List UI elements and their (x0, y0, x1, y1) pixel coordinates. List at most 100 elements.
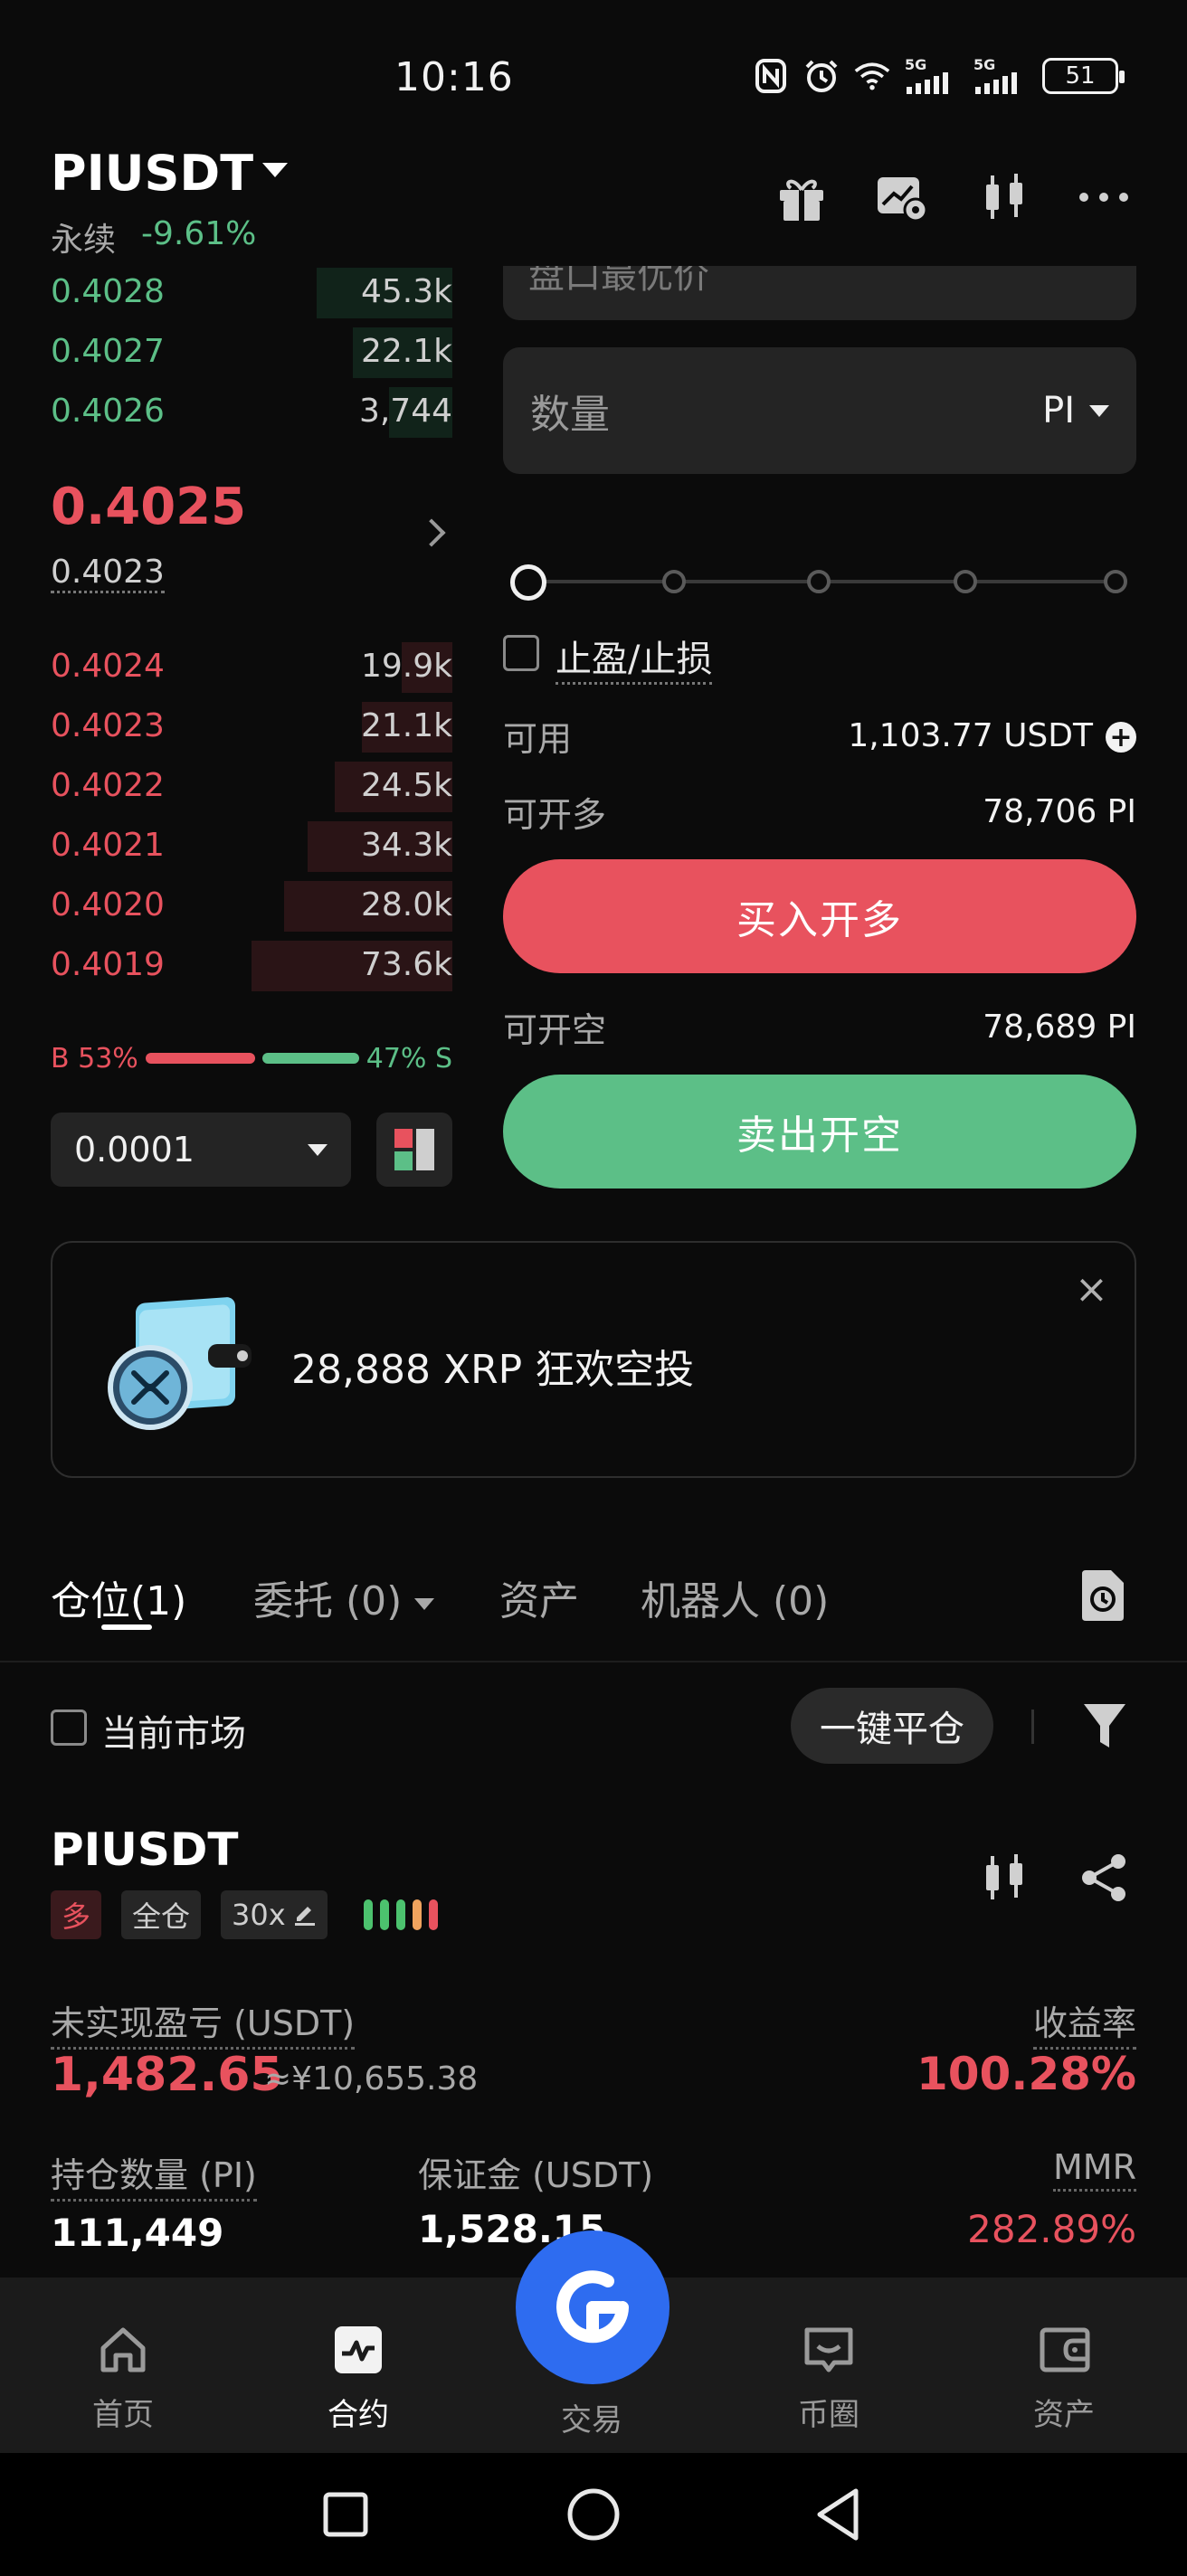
sell-short-button[interactable]: 卖出开空 (503, 1075, 1136, 1189)
mmr-label[interactable]: MMR (1053, 2147, 1136, 2192)
slider-tick-50[interactable] (807, 570, 831, 593)
layout-icon (394, 1129, 434, 1170)
tab-bots[interactable]: 机器人 (0) (641, 1568, 829, 1626)
slider-thumb[interactable] (510, 564, 546, 601)
home-icon (100, 2327, 146, 2372)
close-icon[interactable]: × (1075, 1266, 1108, 1312)
orderbook-size: 21.1k (360, 706, 452, 744)
mmr-value: 282.89% (967, 2207, 1136, 2251)
pair-dropdown-icon[interactable] (262, 163, 288, 177)
orderbook-bid-row[interactable]: 0.4023 21.1k (51, 698, 452, 753)
nav-trade-label[interactable]: 交易 (561, 2395, 622, 2439)
leverage-badge[interactable]: 30x (221, 1890, 328, 1939)
signal-icon: 5G (905, 58, 959, 94)
orderbook-size: 19.9k (360, 647, 452, 685)
tab-assets[interactable]: 资产 (499, 1568, 579, 1626)
slider-tick-75[interactable] (954, 570, 977, 593)
risk-bar (429, 1899, 438, 1930)
divider (1031, 1709, 1034, 1744)
current-market-label[interactable]: 当前市场 (101, 1704, 246, 1757)
price-change: -9.61% (141, 215, 257, 252)
back-button[interactable] (811, 2486, 869, 2543)
nfc-icon (753, 58, 789, 94)
buy-ratio-bar (145, 1053, 255, 1064)
trade-icon (556, 2270, 629, 2344)
available-row: 可用 1,103.77 USDT + (503, 711, 1136, 761)
active-tab-indicator (101, 1624, 152, 1630)
sell-ratio-bar (261, 1053, 359, 1064)
quantity-input[interactable]: 数量 PI (503, 347, 1136, 474)
tab-orders[interactable]: 委托 (0) (253, 1568, 435, 1626)
recents-button[interactable] (317, 2486, 375, 2543)
orderbook-size: 45.3k (360, 272, 452, 310)
position-qty-label[interactable]: 持仓数量 (PI) (51, 2147, 257, 2202)
position-qty-value: 111,449 (51, 2211, 224, 2255)
more-icon[interactable] (1077, 170, 1131, 224)
status-icons: 5G 5G 51 (753, 58, 1125, 94)
battery-indicator: 51 (1042, 58, 1125, 94)
pair-title[interactable]: PIUSDT (51, 145, 253, 202)
margin-label: 保证金 (USDT) (418, 2155, 654, 2195)
quantity-unit-select[interactable]: PI (1042, 390, 1109, 431)
available-value: 1,103.77 USDT (848, 717, 1093, 754)
risk-level-indicator (364, 1899, 438, 1930)
tpsl-checkbox[interactable] (503, 635, 539, 671)
unrealized-pnl-cny: ≈¥10,655.38 (264, 2060, 479, 2098)
orderbook-ask-row[interactable]: 0.4026 3,744 (51, 384, 452, 438)
tab-positions[interactable]: 仓位(1) (51, 1568, 186, 1626)
current-market-checkbox[interactable] (51, 1709, 87, 1746)
orderbook-bid-row[interactable]: 0.4020 28.0k (51, 877, 452, 932)
history-icon[interactable] (1078, 1568, 1127, 1623)
margin-mode-badge: 全仓 (121, 1890, 202, 1939)
mark-price[interactable]: 0.4023 (51, 554, 165, 593)
buy-long-button[interactable]: 买入开多 (503, 859, 1136, 973)
precision-value: 0.0001 (74, 1130, 195, 1170)
position-symbol[interactable]: PIUSDT (51, 1823, 238, 1876)
orderbook-ask-row[interactable]: 0.4028 45.3k (51, 264, 452, 318)
roe-value: 100.28% (916, 2048, 1136, 2100)
orderbook-price: 0.4028 (51, 272, 165, 310)
candlestick-icon[interactable] (977, 1851, 1031, 1905)
orderbook-size: 28.0k (360, 886, 452, 923)
orderbook-price: 0.4024 (51, 647, 165, 685)
nav-home[interactable]: 首页 (60, 2325, 186, 2434)
orderbook-bid-row[interactable]: 0.4021 34.3k (51, 818, 452, 872)
orderbook-size: 24.5k (360, 766, 452, 804)
orderbook-layout-button[interactable] (376, 1113, 452, 1187)
alarm-icon (803, 58, 840, 94)
nav-futures[interactable]: 合约 (295, 2325, 422, 2434)
orderbook-bid-row[interactable]: 0.4019 73.6k (51, 937, 452, 991)
price-input[interactable]: 盘口最优价 (503, 266, 1136, 320)
chevron-right-icon[interactable] (417, 518, 446, 547)
can-long-value: 78,706 PI (983, 793, 1136, 830)
slider-tick-100[interactable] (1104, 570, 1127, 593)
gift-icon[interactable] (774, 170, 829, 224)
nav-trade[interactable] (516, 2230, 669, 2384)
contract-type: 永续 (51, 222, 117, 259)
orderbook-bid-row[interactable]: 0.4024 19.9k (51, 639, 452, 693)
chevron-down-icon (414, 1597, 435, 1610)
home-button[interactable] (565, 2486, 622, 2543)
add-funds-icon[interactable]: + (1106, 722, 1136, 753)
orderbook-bid-row[interactable]: 0.4022 24.5k (51, 758, 452, 812)
wallet-xrp-illustration (100, 1297, 262, 1433)
orderbook-ask-row[interactable]: 0.4027 22.1k (51, 324, 452, 378)
chart-settings-icon[interactable] (874, 170, 928, 224)
close-all-button[interactable]: 一键平仓 (791, 1688, 993, 1764)
nav-assets[interactable]: 资产 (1001, 2325, 1127, 2434)
filter-icon[interactable] (1082, 1700, 1127, 1751)
futures-icon (335, 2326, 382, 2373)
roe-label[interactable]: 收益率 (1032, 1995, 1136, 2050)
wallet-icon (1040, 2327, 1090, 2372)
candlestick-icon[interactable] (977, 170, 1031, 224)
slider-tick-25[interactable] (662, 570, 686, 593)
tpsl-label[interactable]: 止盈/止损 (556, 630, 713, 685)
ratio-bar (145, 1053, 359, 1064)
orderbook-price: 0.4022 (51, 766, 165, 804)
precision-select[interactable]: 0.0001 (51, 1113, 351, 1187)
nav-community[interactable]: 币圈 (765, 2325, 892, 2434)
status-time: 10:16 (394, 54, 514, 100)
community-icon (804, 2327, 853, 2372)
share-icon[interactable] (1077, 1851, 1131, 1905)
unrealized-pnl-label[interactable]: 未实现盈亏 (USDT) (51, 1995, 356, 2050)
